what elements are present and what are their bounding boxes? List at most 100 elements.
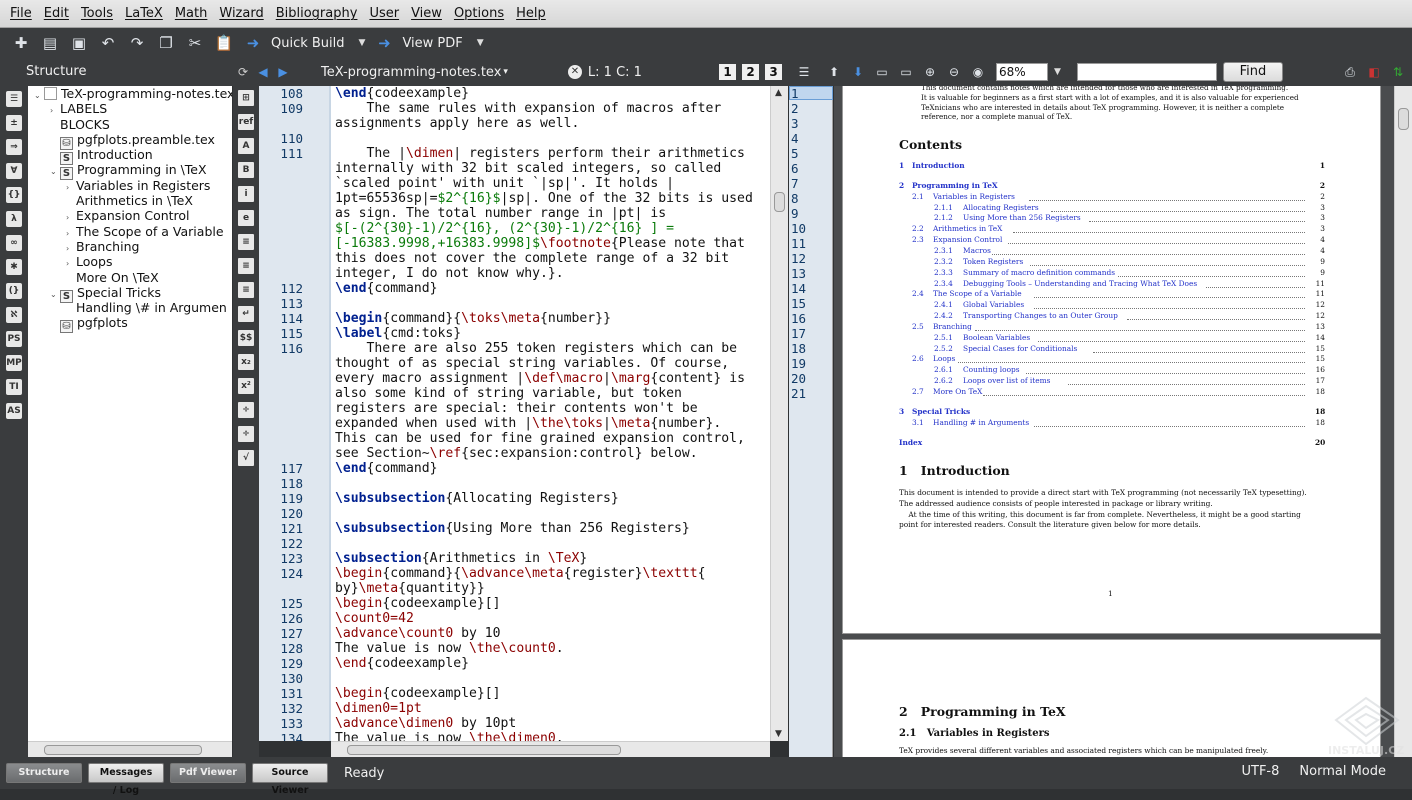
code-editor[interactable]: \end{codeexample} The same rules with ex…: [331, 86, 770, 741]
tree-item[interactable]: S Introduction: [28, 147, 232, 166]
pstricks-icon[interactable]: PS: [6, 331, 22, 347]
asymptote-icon[interactable]: AS: [6, 403, 22, 419]
scrollbar-thumb[interactable]: [1398, 108, 1409, 130]
first-page-icon[interactable]: ▭: [874, 64, 890, 80]
messages-log-tab-button[interactable]: Messages / Log: [88, 763, 164, 796]
menu-help[interactable]: Help: [510, 6, 552, 21]
save-icon[interactable]: ▣: [68, 32, 90, 54]
structure-view-icon[interactable]: ☰: [6, 91, 22, 107]
tree-item[interactable]: ⌄ S Special Tricks: [28, 285, 232, 303]
insert-structure-icon[interactable]: ⊞: [238, 90, 254, 106]
dfrac-icon[interactable]: ÷: [238, 426, 254, 442]
source-viewer-tab-button[interactable]: Source Viewer: [252, 763, 328, 796]
toc-entry[interactable]: More On TeX: [933, 387, 982, 396]
source-line-number[interactable]: 15: [791, 296, 806, 311]
back-arrow-icon[interactable]: ◀: [253, 65, 273, 79]
favorites-icon[interactable]: ✱: [6, 259, 22, 275]
tree-item[interactable]: › LABELS: [28, 101, 232, 116]
close-file-icon[interactable]: ✕: [567, 65, 582, 79]
tree-item[interactable]: › Variables in Registers: [28, 178, 232, 193]
toc-entry[interactable]: Boolean Variables: [963, 333, 1030, 342]
pdf-viewer[interactable]: This document contains notes which are i…: [834, 86, 1394, 757]
toc-entry[interactable]: Loops over list of items: [963, 376, 1050, 385]
fraction-icon[interactable]: ÷: [238, 402, 254, 418]
align-center-icon[interactable]: ≡: [238, 258, 254, 274]
italic-icon[interactable]: i: [238, 186, 254, 202]
sqrt-icon[interactable]: √: [238, 450, 254, 466]
chevron-down-icon[interactable]: ▼: [1054, 67, 1061, 77]
open-file-icon[interactable]: ▤: [39, 32, 61, 54]
tree-item[interactable]: ⌄ TeX-programming-notes.tex: [28, 86, 232, 101]
toc-entry[interactable]: Using More than 256 Registers: [963, 213, 1081, 222]
source-line-number[interactable]: 5: [791, 146, 799, 161]
source-line-number[interactable]: 1: [791, 86, 799, 101]
encoding-indicator[interactable]: UTF-8: [1242, 764, 1280, 779]
delimiters-icon[interactable]: {}: [6, 187, 22, 203]
paste-icon[interactable]: 📋: [213, 32, 235, 54]
pdf-search-input[interactable]: [1076, 63, 1217, 81]
menu-view[interactable]: View: [405, 6, 448, 21]
toc-entry[interactable]: Special Tricks: [912, 407, 970, 416]
tree-item[interactable]: › Branching: [28, 239, 232, 254]
magnifier-icon[interactable]: ◉: [970, 64, 986, 80]
tree-item[interactable]: › Loops: [28, 254, 232, 269]
external-viewer-icon[interactable]: ◧: [1366, 64, 1382, 80]
page-up-icon[interactable]: ⬆: [826, 64, 842, 80]
toc-entry[interactable]: Arithmetics in TeX: [933, 224, 1002, 233]
tree-item[interactable]: ⛁ pgfplots.preamble.tex: [28, 132, 232, 150]
source-line-number[interactable]: 19: [791, 356, 806, 371]
metapost-icon[interactable]: MP: [6, 355, 22, 371]
toc-entry[interactable]: Counting loops: [963, 365, 1020, 374]
forward-arrow-icon[interactable]: ▶: [273, 65, 293, 79]
subscript-icon[interactable]: x₂: [238, 354, 254, 370]
bold-icon[interactable]: B: [238, 162, 254, 178]
menu-edit[interactable]: Edit: [38, 6, 75, 21]
most-used-icon[interactable]: ∞: [6, 235, 22, 251]
last-page-icon[interactable]: ▭: [898, 64, 914, 80]
source-line-number[interactable]: 2: [791, 101, 799, 116]
toc-entry[interactable]: Branching: [933, 322, 972, 331]
source-line-number[interactable]: 6: [791, 161, 799, 176]
menu-wizard[interactable]: Wizard: [213, 6, 269, 21]
source-line-number[interactable]: 16: [791, 311, 806, 326]
toc-entry[interactable]: Handling # in Arguments: [933, 418, 1029, 427]
new-file-icon[interactable]: ✚: [10, 32, 32, 54]
toc-entry[interactable]: Special Cases for Conditionals: [963, 344, 1077, 353]
pdf-viewer-tab-button[interactable]: Pdf Viewer: [170, 763, 246, 783]
menu-options[interactable]: Options: [448, 6, 510, 21]
structure-tab-button[interactable]: Structure: [6, 763, 82, 783]
toc-entry[interactable]: Programming in TeX: [912, 181, 998, 190]
math-mode-icon[interactable]: $$: [238, 330, 254, 346]
tikz-icon[interactable]: TI: [6, 379, 22, 395]
special-chars-icon[interactable]: ℵ: [6, 307, 22, 323]
toc-entry[interactable]: Expansion Control: [933, 235, 1002, 244]
source-line-number[interactable]: 11: [791, 236, 806, 251]
find-button[interactable]: Find: [1222, 62, 1283, 82]
scroll-up-icon[interactable]: ▲: [775, 88, 782, 98]
scrollbar-thumb[interactable]: [44, 745, 202, 755]
toc-entry[interactable]: Transporting Changes to an Outer Group: [963, 311, 1118, 320]
source-line-number[interactable]: 8: [791, 191, 799, 206]
structure-tree[interactable]: ⌄ TeX-programming-notes.tex › LABELS BLOCKS ⛁…: [28, 86, 232, 741]
greek-letters-icon[interactable]: λ: [6, 211, 22, 227]
print-icon[interactable]: ⎙: [1342, 64, 1358, 80]
misc-symbols-icon[interactable]: ∀: [6, 163, 22, 179]
relation-symbols-icon[interactable]: ±: [6, 115, 22, 131]
toc-entry[interactable]: Allocating Registers: [963, 203, 1039, 212]
toc-entry[interactable]: Summary of macro definition commands: [963, 268, 1115, 277]
emphasis-icon[interactable]: e: [238, 210, 254, 226]
undo-icon[interactable]: ↶: [97, 32, 119, 54]
toc-entry[interactable]: The Scope of a Variable: [933, 289, 1022, 298]
toc-entry[interactable]: Index: [899, 438, 922, 447]
editor-vertical-scrollbar[interactable]: ▲ ▼: [770, 86, 788, 741]
history-icon[interactable]: ⟳: [233, 65, 253, 79]
source-line-number[interactable]: 18: [791, 341, 806, 356]
tree-item[interactable]: BLOCKS: [28, 117, 232, 132]
toc-entry[interactable]: Token Registers: [963, 257, 1023, 266]
view-button-2[interactable]: 2: [742, 64, 759, 80]
ref-icon[interactable]: ref: [238, 114, 254, 130]
toc-entry[interactable]: Loops: [933, 354, 955, 363]
pdf-structure-icon[interactable]: ☰: [796, 64, 812, 80]
scrollbar-thumb[interactable]: [347, 745, 621, 755]
zoom-out-icon[interactable]: ⊖: [946, 64, 962, 80]
